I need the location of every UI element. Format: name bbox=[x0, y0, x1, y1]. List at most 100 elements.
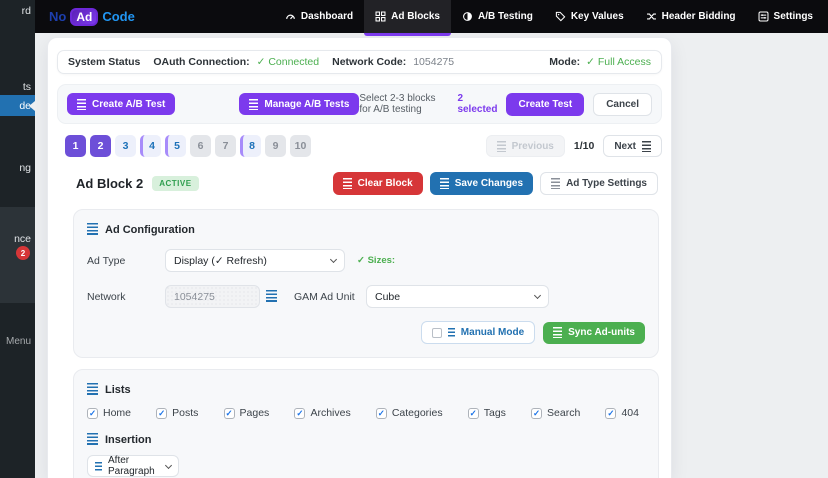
create-ab-test-button[interactable]: Create A/B Test bbox=[67, 93, 176, 115]
wp-admin-sidebar: rd ts de ng nce 2 Menu bbox=[0, 0, 35, 478]
previous-icon bbox=[496, 140, 506, 152]
logo-ad: Ad bbox=[70, 7, 99, 26]
checkbox-checked-icon: ✓ bbox=[605, 407, 617, 419]
next-label: Next bbox=[614, 140, 636, 152]
wp-menu-dashboard[interactable]: rd bbox=[22, 5, 31, 17]
nav-label: A/B Testing bbox=[478, 11, 533, 22]
sync-ad-units-button[interactable]: Sync Ad-units bbox=[543, 321, 645, 344]
lists-section-icon bbox=[87, 383, 98, 396]
gam-ad-unit-value: Cube bbox=[375, 290, 401, 303]
page-button-4[interactable]: 4 bbox=[140, 135, 161, 157]
nav-ab-testing[interactable]: A/B Testing bbox=[451, 0, 544, 33]
wp-menu-posts[interactable]: ts bbox=[23, 81, 31, 93]
create-ab-test-label: Create A/B Test bbox=[92, 98, 166, 110]
previous-button[interactable]: Previous bbox=[485, 135, 565, 157]
chevron-down-icon bbox=[329, 255, 338, 264]
wp-menu-noadcode-label: de bbox=[19, 99, 31, 112]
checkbox-checked-icon: ✓ bbox=[531, 407, 543, 419]
checkbox-search[interactable]: ✓ Search bbox=[531, 407, 580, 419]
create-test-button[interactable]: Create Test bbox=[506, 92, 585, 116]
lists-title: Lists bbox=[105, 383, 131, 396]
page-button-7[interactable]: 7 bbox=[215, 135, 236, 157]
page-button-3[interactable]: 3 bbox=[115, 135, 136, 157]
wp-collapse-menu[interactable]: Menu bbox=[6, 336, 31, 347]
page-button-8[interactable]: 8 bbox=[240, 135, 261, 157]
page-button-6[interactable]: 6 bbox=[190, 135, 211, 157]
network-code-input[interactable]: 1054275 bbox=[165, 285, 260, 308]
next-icon bbox=[642, 140, 651, 152]
clear-block-button[interactable]: Clear Block bbox=[332, 172, 423, 195]
nav-label: Settings bbox=[773, 11, 813, 22]
gam-ad-unit-select[interactable]: Cube bbox=[366, 285, 549, 308]
checkbox-tags[interactable]: ✓ Tags bbox=[467, 407, 506, 419]
page-button-5[interactable]: 5 bbox=[165, 135, 186, 157]
save-changes-button[interactable]: Save Changes bbox=[429, 172, 534, 195]
manual-mode-label: Manual Mode bbox=[460, 327, 525, 338]
system-status-bar: System Status OAuth Connection: ✓ Connec… bbox=[57, 50, 662, 74]
checkbox-archives[interactable]: ✓ Archives bbox=[294, 407, 351, 419]
insertion-title: Insertion bbox=[105, 433, 152, 446]
chevron-down-icon bbox=[533, 291, 542, 300]
checkbox-checked-icon: ✓ bbox=[294, 407, 306, 419]
cancel-button[interactable]: Cancel bbox=[593, 92, 652, 116]
page-buttons: 1 2 3 4 5 6 7 8 9 10 bbox=[65, 135, 311, 157]
lists-checkbox-row: ✓ Home ✓ Posts ✓ Pages ✓ Archives ✓ Cate… bbox=[87, 407, 645, 419]
wp-menu-settings[interactable]: ng bbox=[19, 162, 31, 174]
checkbox-label: Archives bbox=[310, 407, 351, 419]
checkbox-home[interactable]: ✓ Home bbox=[87, 407, 131, 419]
page-button-2[interactable]: 2 bbox=[90, 135, 111, 157]
status-badge: ACTIVE bbox=[152, 176, 199, 191]
grid-icon bbox=[375, 11, 386, 22]
network-code-label: Network Code: bbox=[332, 56, 407, 68]
test-icon bbox=[77, 98, 86, 110]
page-button-1[interactable]: 1 bbox=[65, 135, 86, 157]
nav-ad-blocks[interactable]: Ad Blocks bbox=[364, 0, 451, 36]
next-button[interactable]: Next bbox=[603, 135, 662, 157]
insertion-position-select[interactable]: After Paragraph bbox=[87, 455, 179, 477]
checkbox-label: Search bbox=[547, 407, 581, 419]
network-sync-icon bbox=[266, 290, 277, 303]
nav-dashboard[interactable]: Dashboard bbox=[274, 0, 364, 33]
checkbox-pages[interactable]: ✓ Pages bbox=[223, 407, 269, 419]
checkbox-checked-icon: ✓ bbox=[467, 407, 479, 419]
sliders-icon bbox=[758, 11, 769, 22]
wp-menu-noadcode-active[interactable]: de bbox=[0, 95, 35, 116]
nav-label: Dashboard bbox=[300, 11, 354, 22]
checkbox-checked-icon: ✓ bbox=[87, 407, 98, 419]
nav-label: Header Bidding bbox=[661, 11, 736, 22]
nav-header-bidding[interactable]: Header Bidding bbox=[635, 0, 747, 33]
previous-label: Previous bbox=[511, 140, 554, 152]
manage-ab-tests-label: Manage A/B Tests bbox=[264, 98, 350, 110]
ad-configuration-card: Ad Configuration Ad Type Display (✓ Refr… bbox=[73, 209, 659, 358]
wp-menu-appearance[interactable]: nce bbox=[14, 233, 31, 245]
nav-label: Key Values bbox=[570, 11, 624, 22]
tag-icon bbox=[555, 11, 566, 22]
nav-settings[interactable]: Settings bbox=[747, 0, 824, 33]
network-label: Network bbox=[87, 290, 126, 303]
manual-mode-checkbox[interactable] bbox=[431, 327, 442, 338]
manual-mode-toggle[interactable]: Manual Mode bbox=[420, 321, 536, 344]
manage-ab-tests-button[interactable]: Manage A/B Tests bbox=[239, 93, 360, 115]
sync-icon bbox=[553, 327, 563, 338]
checkbox-posts[interactable]: ✓ Posts bbox=[156, 407, 198, 419]
mode-label: Mode: bbox=[549, 56, 581, 68]
shuffle-icon bbox=[646, 11, 657, 22]
clear-block-label: Clear Block bbox=[357, 178, 413, 189]
checkbox-label: 404 bbox=[621, 407, 639, 419]
ab-selected-count: 2 selected bbox=[457, 93, 498, 115]
lists-card: Lists ✓ Home ✓ Posts ✓ Pages ✓ Archives … bbox=[73, 369, 659, 478]
nav-key-values[interactable]: Key Values bbox=[544, 0, 635, 33]
paragraph-icon bbox=[95, 461, 102, 471]
checkbox-404[interactable]: ✓ 404 bbox=[605, 407, 639, 419]
checkbox-categories[interactable]: ✓ Categories bbox=[375, 407, 443, 419]
checkbox-checked-icon: ✓ bbox=[223, 407, 235, 419]
page-position: 1/10 bbox=[573, 140, 595, 152]
sync-ad-units-label: Sync Ad-units bbox=[568, 327, 635, 338]
page-button-10[interactable]: 10 bbox=[290, 135, 311, 157]
ad-type-settings-button[interactable]: Ad Type Settings bbox=[540, 172, 658, 195]
ad-type-select[interactable]: Display (✓ Refresh) bbox=[165, 249, 345, 272]
page-button-9[interactable]: 9 bbox=[265, 135, 286, 157]
gauge-icon bbox=[285, 11, 296, 22]
save-icon bbox=[439, 178, 449, 189]
checkbox-label: Home bbox=[103, 407, 132, 419]
